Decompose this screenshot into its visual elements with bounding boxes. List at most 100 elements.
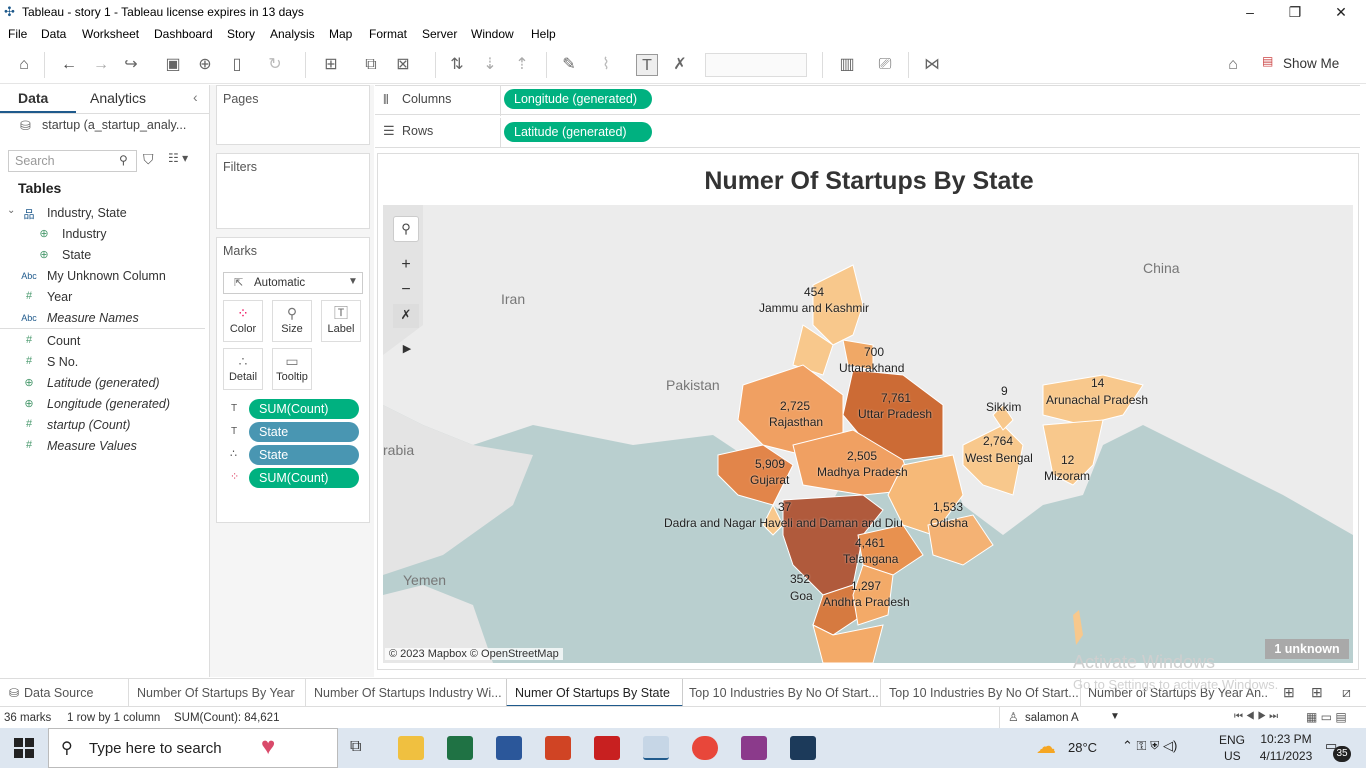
new-datasource-icon[interactable]: ⊕: [194, 54, 216, 76]
tab-sheet[interactable]: Number Of Startups By Year: [137, 686, 295, 700]
field-startup-count[interactable]: # startup (Count): [0, 415, 205, 435]
field-my-unknown-column[interactable]: Abc My Unknown Column: [0, 266, 205, 286]
redo-icon[interactable]: →: [90, 54, 112, 76]
rows-shelf[interactable]: ☰ Rows Latitude (generated): [375, 118, 1360, 148]
show-labels-icon[interactable]: T: [636, 54, 658, 76]
reset-map-icon[interactable]: ✗: [393, 304, 419, 328]
mark-pill-state-detail[interactable]: State: [249, 445, 359, 465]
attach-icon[interactable]: ⌇: [595, 54, 617, 76]
menu-analysis[interactable]: Analysis: [270, 27, 315, 41]
color-button[interactable]: ⁘ Color: [223, 300, 263, 342]
fit-dropdown[interactable]: [705, 53, 807, 77]
mark-pill-sum-count-color[interactable]: SUM(Count): [249, 468, 359, 488]
windows-start-icon[interactable]: [14, 738, 34, 758]
home-icon[interactable]: ⌂: [13, 54, 35, 76]
filmstrip-icon[interactable]: ▦ ▭ ▤: [1306, 710, 1347, 724]
task-view-icon[interactable]: ⧉: [350, 738, 361, 756]
menu-server[interactable]: Server: [422, 27, 457, 41]
app-icon[interactable]: [790, 736, 816, 760]
menu-format[interactable]: Format: [369, 27, 407, 41]
pause-update-icon[interactable]: ▯: [226, 54, 248, 76]
search-input[interactable]: Search ⚲: [8, 150, 137, 172]
clear-sheet-icon[interactable]: ⊠: [392, 54, 414, 76]
language-region[interactable]: US: [1224, 749, 1241, 763]
field-longitude[interactable]: ⊕ Longitude (generated): [0, 394, 205, 414]
new-worksheet-tab-icon[interactable]: ⊞: [1283, 684, 1295, 701]
menu-window[interactable]: Window: [471, 27, 514, 41]
datasource-name[interactable]: startup (a_startup_analy...: [42, 118, 186, 132]
format-painter-icon[interactable]: ⌂: [1222, 54, 1244, 76]
taskbar-search-box[interactable]: ⚲ Type here to search ♥: [48, 728, 338, 768]
language-code[interactable]: ENG: [1219, 733, 1245, 747]
zoom-out-icon[interactable]: −: [393, 279, 419, 303]
share-icon[interactable]: ⋈: [921, 54, 943, 76]
new-story-tab-icon[interactable]: ⧄: [1342, 684, 1351, 701]
unknown-indicator[interactable]: 1 unknown: [1265, 639, 1349, 659]
new-dashboard-tab-icon[interactable]: ⊞: [1311, 684, 1323, 701]
close-button[interactable]: ✕: [1329, 2, 1353, 22]
field-measure-names[interactable]: Abc Measure Names: [0, 308, 205, 328]
columns-shelf[interactable]: ⦀ Columns Longitude (generated): [375, 85, 1360, 116]
tooltip-button[interactable]: ▭ Tooltip: [272, 348, 312, 390]
clock-date[interactable]: 4/11/2023: [1256, 749, 1316, 763]
field-industry-state[interactable]: ⌄ 品 Industry, State: [0, 203, 205, 223]
word-icon[interactable]: [496, 736, 522, 760]
tab-sheet[interactable]: Top 10 Industries By No Of Start...: [689, 686, 879, 700]
new-worksheet-icon[interactable]: ⊞: [320, 54, 342, 76]
menu-story[interactable]: Story: [227, 27, 255, 41]
first-sheet-icon[interactable]: ⏮ ◀ ▶ ⏭: [1234, 711, 1278, 722]
tab-data-source[interactable]: Data Source: [24, 686, 93, 700]
map-canvas[interactable]: ⚲ + − ✗ ▶ Iran Pakistan China rabia Yeme…: [383, 205, 1353, 663]
powerpoint-icon[interactable]: [545, 736, 571, 760]
filter-icon[interactable]: ⛉: [143, 151, 154, 168]
refresh-icon[interactable]: ↻: [264, 54, 286, 76]
tab-sheet[interactable]: Top 10 Industries By No Of Start...: [889, 686, 1079, 700]
columns-pill-longitude[interactable]: Longitude (generated): [504, 89, 652, 109]
minimize-button[interactable]: –: [1238, 2, 1262, 22]
menu-worksheet[interactable]: Worksheet: [82, 27, 139, 41]
field-state[interactable]: ⊕ State: [0, 245, 205, 265]
menu-map[interactable]: Map: [329, 27, 352, 41]
tab-sheet-active[interactable]: Numer Of Startups By State: [506, 679, 683, 707]
fix-axes-icon[interactable]: ✗: [669, 54, 691, 76]
mark-type-dropdown[interactable]: ⇱ Automatic ▼: [223, 272, 363, 294]
size-button[interactable]: ⚲ Size: [272, 300, 312, 342]
field-year[interactable]: # Year: [0, 287, 205, 307]
collapse-pane-icon[interactable]: ‹: [193, 89, 198, 105]
clock-time[interactable]: 10:23 PM: [1256, 732, 1316, 746]
zoom-in-icon[interactable]: +: [393, 254, 419, 278]
weather-icon[interactable]: ☁: [1036, 734, 1056, 759]
chrome-icon[interactable]: [692, 736, 718, 760]
sort-desc-icon[interactable]: ⇡: [511, 54, 533, 76]
restore-button[interactable]: ❐: [1283, 2, 1307, 22]
field-measure-values[interactable]: # Measure Values: [0, 436, 205, 456]
tray-icons[interactable]: ⌃ ⚿ ⛨ ◁): [1122, 738, 1177, 754]
menu-data[interactable]: Data: [41, 27, 66, 41]
temperature[interactable]: 28°C: [1068, 740, 1097, 755]
detail-button[interactable]: ∴ Detail: [223, 348, 263, 390]
app-icon[interactable]: [594, 736, 620, 760]
rows-pill-latitude[interactable]: Latitude (generated): [504, 122, 652, 142]
field-latitude[interactable]: ⊕ Latitude (generated): [0, 373, 205, 393]
tab-sheet[interactable]: Number Of Startups Industry Wi...: [314, 686, 502, 700]
mark-pill-sum-count-label[interactable]: SUM(Count): [249, 399, 359, 419]
menu-dashboard[interactable]: Dashboard: [154, 27, 213, 41]
excel-icon[interactable]: [447, 736, 473, 760]
expand-toolbar-icon[interactable]: ▶: [397, 339, 417, 359]
menu-file[interactable]: File: [8, 27, 27, 41]
save-icon[interactable]: ▣: [162, 54, 184, 76]
field-s-no[interactable]: # S No.: [0, 352, 205, 372]
field-count[interactable]: # Count: [0, 331, 205, 351]
show-cards-icon[interactable]: ▥: [836, 54, 858, 76]
menu-help[interactable]: Help: [531, 27, 556, 41]
show-me-button[interactable]: Show Me: [1283, 56, 1339, 71]
label-button[interactable]: 🅃 Label: [321, 300, 361, 342]
winrar-icon[interactable]: [741, 736, 767, 760]
user-dropdown-icon[interactable]: ▼: [1110, 711, 1120, 722]
map-search-icon[interactable]: ⚲: [393, 216, 419, 242]
filters-shelf[interactable]: Filters: [216, 153, 370, 229]
presentation-icon[interactable]: ⎚: [874, 54, 896, 76]
highlight-icon[interactable]: ✎: [558, 54, 580, 76]
tableau-taskbar-icon[interactable]: [643, 736, 669, 760]
sort-asc-icon[interactable]: ⇣: [479, 54, 501, 76]
